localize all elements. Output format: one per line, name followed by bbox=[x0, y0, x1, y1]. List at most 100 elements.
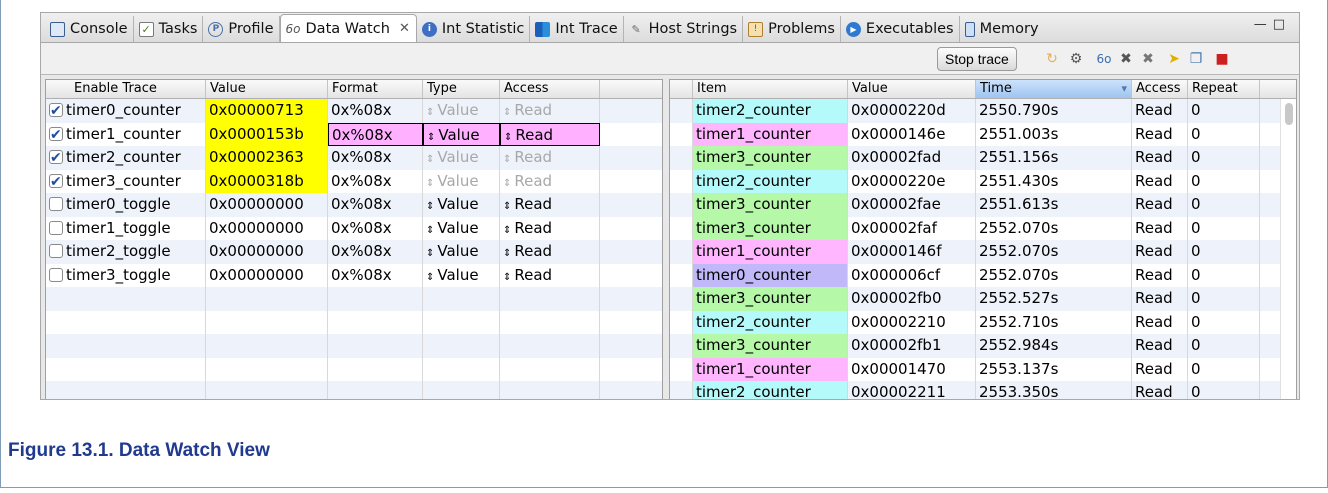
time-cell[interactable]: 2551.003s bbox=[976, 122, 1132, 146]
format-cell[interactable]: 0x%08x bbox=[328, 146, 423, 170]
repeat-cell[interactable]: 0 bbox=[1188, 263, 1260, 287]
trace-name-cell[interactable]: timer1_counter bbox=[46, 122, 206, 146]
table-row[interactable]: timer1_counter 0x00001470 2553.137s Read 0 bbox=[670, 357, 1296, 381]
arrows-icon[interactable]: ↻ bbox=[1043, 50, 1061, 68]
table-row[interactable]: timer1_counter0x0000153b0x%08x⇕Value⇕Rea… bbox=[46, 122, 662, 146]
filter-icon[interactable]: ⚙ bbox=[1067, 50, 1085, 68]
item-cell[interactable]: timer2_counter bbox=[693, 381, 848, 399]
repeat-cell[interactable]: 0 bbox=[1188, 287, 1260, 311]
tab-executables[interactable]: ▶ Executables bbox=[841, 16, 960, 42]
item-cell[interactable]: timer2_counter bbox=[693, 169, 848, 193]
time-cell[interactable]: 2553.350s bbox=[976, 381, 1132, 399]
access-cell[interactable]: ⇕ Read bbox=[500, 99, 600, 123]
table-row[interactable]: timer3_counter0x0000318b0x%08x⇕Value⇕Rea… bbox=[46, 169, 662, 193]
access-cell[interactable]: Read bbox=[1132, 334, 1188, 358]
value-cell[interactable]: 0x0000318b bbox=[206, 169, 328, 193]
table-row[interactable]: timer1_counter 0x0000146e 2551.003s Read 0 bbox=[670, 122, 1296, 146]
column-header[interactable]: Item bbox=[693, 80, 848, 98]
value-cell[interactable]: 0x0000220e bbox=[848, 169, 976, 193]
value-cell[interactable]: 0x00002210 bbox=[848, 310, 976, 334]
time-cell[interactable]: 2552.070s bbox=[976, 240, 1132, 264]
repeat-cell[interactable]: 0 bbox=[1188, 99, 1260, 123]
access-cell[interactable]: ⇕ Read bbox=[500, 122, 600, 146]
enable-trace-checkbox[interactable] bbox=[49, 197, 63, 211]
trace-name-cell[interactable]: timer3_counter bbox=[46, 169, 206, 193]
export-icon[interactable]: ➤ bbox=[1165, 50, 1183, 68]
table-row[interactable] bbox=[46, 310, 662, 334]
column-header[interactable]: Value bbox=[848, 80, 976, 98]
access-cell[interactable]: Read bbox=[1132, 216, 1188, 240]
value-cell[interactable]: 0x00000000 bbox=[206, 240, 328, 264]
format-cell[interactable]: 0x%08x bbox=[328, 193, 423, 217]
enable-trace-checkbox[interactable] bbox=[49, 244, 63, 258]
tab-data-watch[interactable]: 6o Data Watch ✕ bbox=[279, 14, 417, 42]
type-cell[interactable]: ⇕ Value bbox=[423, 99, 500, 123]
tab-host-strings[interactable]: ✎ Host Strings bbox=[624, 16, 744, 42]
enable-trace-checkbox[interactable] bbox=[49, 124, 63, 146]
enable-trace-checkbox[interactable] bbox=[49, 171, 63, 193]
repeat-cell[interactable]: 0 bbox=[1188, 169, 1260, 193]
value-cell[interactable]: 0x00000000 bbox=[206, 263, 328, 287]
tab-console[interactable]: Console bbox=[45, 16, 134, 42]
access-cell[interactable]: Read bbox=[1132, 122, 1188, 146]
table-row[interactable]: timer3_counter 0x00002faf 2552.070s Read 0 bbox=[670, 216, 1296, 240]
tab-memory[interactable]: Memory bbox=[960, 16, 1044, 42]
table-row[interactable]: timer0_toggle 0x00000000 0x%08x ⇕ Value ⇕ Read bbox=[46, 193, 662, 217]
table-row[interactable]: timer0_counter 0x000006cf 2552.070s Read 0 bbox=[670, 263, 1296, 287]
repeat-cell[interactable]: 0 bbox=[1188, 357, 1260, 381]
access-cell[interactable]: ⇕ Read bbox=[500, 169, 600, 193]
table-row[interactable] bbox=[46, 334, 662, 358]
table-row[interactable]: timer2_counter0x000023630x%08x⇕Value⇕Rea… bbox=[46, 146, 662, 170]
time-cell[interactable]: 2551.613s bbox=[976, 193, 1132, 217]
minimize-icon[interactable]: — bbox=[1254, 17, 1273, 32]
column-header[interactable]: Value bbox=[206, 80, 328, 98]
value-cell[interactable]: 0x00002211 bbox=[848, 381, 976, 399]
repeat-cell[interactable]: 0 bbox=[1188, 381, 1260, 399]
access-cell[interactable]: ⇕ Read bbox=[500, 263, 600, 287]
trace-name-cell[interactable]: timer1_toggle bbox=[46, 216, 206, 240]
maximize-icon[interactable]: □ bbox=[1273, 17, 1291, 32]
access-cell[interactable]: ⇕ Read bbox=[500, 240, 600, 264]
enable-trace-checkbox[interactable] bbox=[49, 147, 63, 170]
value-cell[interactable]: 0x00002faf bbox=[848, 216, 976, 240]
time-cell[interactable]: 2553.137s bbox=[976, 357, 1132, 381]
enable-trace-checkbox[interactable] bbox=[49, 267, 63, 282]
column-header-sorted[interactable]: Time bbox=[976, 80, 1132, 98]
time-cell[interactable]: 2552.984s bbox=[976, 334, 1132, 358]
format-cell[interactable]: 0x%08x bbox=[328, 216, 423, 240]
access-cell[interactable]: Read bbox=[1132, 263, 1188, 287]
table-row[interactable]: timer3_counter 0x00002fb1 2552.984s Read 0 bbox=[670, 334, 1296, 358]
table-row[interactable] bbox=[46, 357, 662, 381]
trace-name-cell[interactable]: timer2_counter bbox=[46, 146, 206, 170]
table-row[interactable]: timer1_toggle 0x00000000 0x%08x ⇕ Value ⇕ Read bbox=[46, 216, 662, 240]
type-cell[interactable]: ⇕ Value bbox=[423, 146, 500, 170]
table-row[interactable]: timer2_counter 0x0000220e 2551.430s Read 0 bbox=[670, 169, 1296, 193]
value-cell[interactable]: 0x0000146f bbox=[848, 240, 976, 264]
time-cell[interactable]: 2552.070s bbox=[976, 263, 1132, 287]
column-header[interactable]: Repeat bbox=[1188, 80, 1260, 98]
table-row[interactable] bbox=[46, 381, 662, 399]
add-watch-icon[interactable]: 6o bbox=[1095, 50, 1113, 68]
vertical-scrollbar[interactable] bbox=[1280, 99, 1296, 399]
column-header[interactable]: Type bbox=[423, 80, 500, 98]
enable-trace-checkbox[interactable] bbox=[49, 220, 63, 235]
access-cell[interactable]: Read bbox=[1132, 310, 1188, 334]
access-cell[interactable]: ⇕ Read bbox=[500, 193, 600, 217]
access-cell[interactable]: Read bbox=[1132, 240, 1188, 264]
time-cell[interactable]: 2552.527s bbox=[976, 287, 1132, 311]
type-cell[interactable]: ⇕ Value bbox=[423, 263, 500, 287]
column-header[interactable]: Format bbox=[328, 80, 423, 98]
tab-profile[interactable]: P Profile bbox=[203, 16, 280, 42]
column-header[interactable]: Access bbox=[1132, 80, 1188, 98]
format-cell[interactable]: 0x%08x bbox=[328, 240, 423, 264]
table-row[interactable]: timer3_counter 0x00002fb0 2552.527s Read 0 bbox=[670, 287, 1296, 311]
column-header[interactable]: Access bbox=[500, 80, 600, 98]
format-cell[interactable]: 0x%08x bbox=[328, 263, 423, 287]
access-cell[interactable]: ⇕ Read bbox=[500, 146, 600, 170]
value-cell[interactable]: 0x00001470 bbox=[848, 357, 976, 381]
item-cell[interactable]: timer0_counter bbox=[693, 263, 848, 287]
remove-all-icon[interactable]: ✖ bbox=[1139, 50, 1157, 68]
tab-tasks[interactable]: ✓ Tasks bbox=[134, 16, 204, 42]
item-cell[interactable]: timer3_counter bbox=[693, 216, 848, 240]
copy-icon[interactable]: ❐ bbox=[1187, 50, 1205, 68]
